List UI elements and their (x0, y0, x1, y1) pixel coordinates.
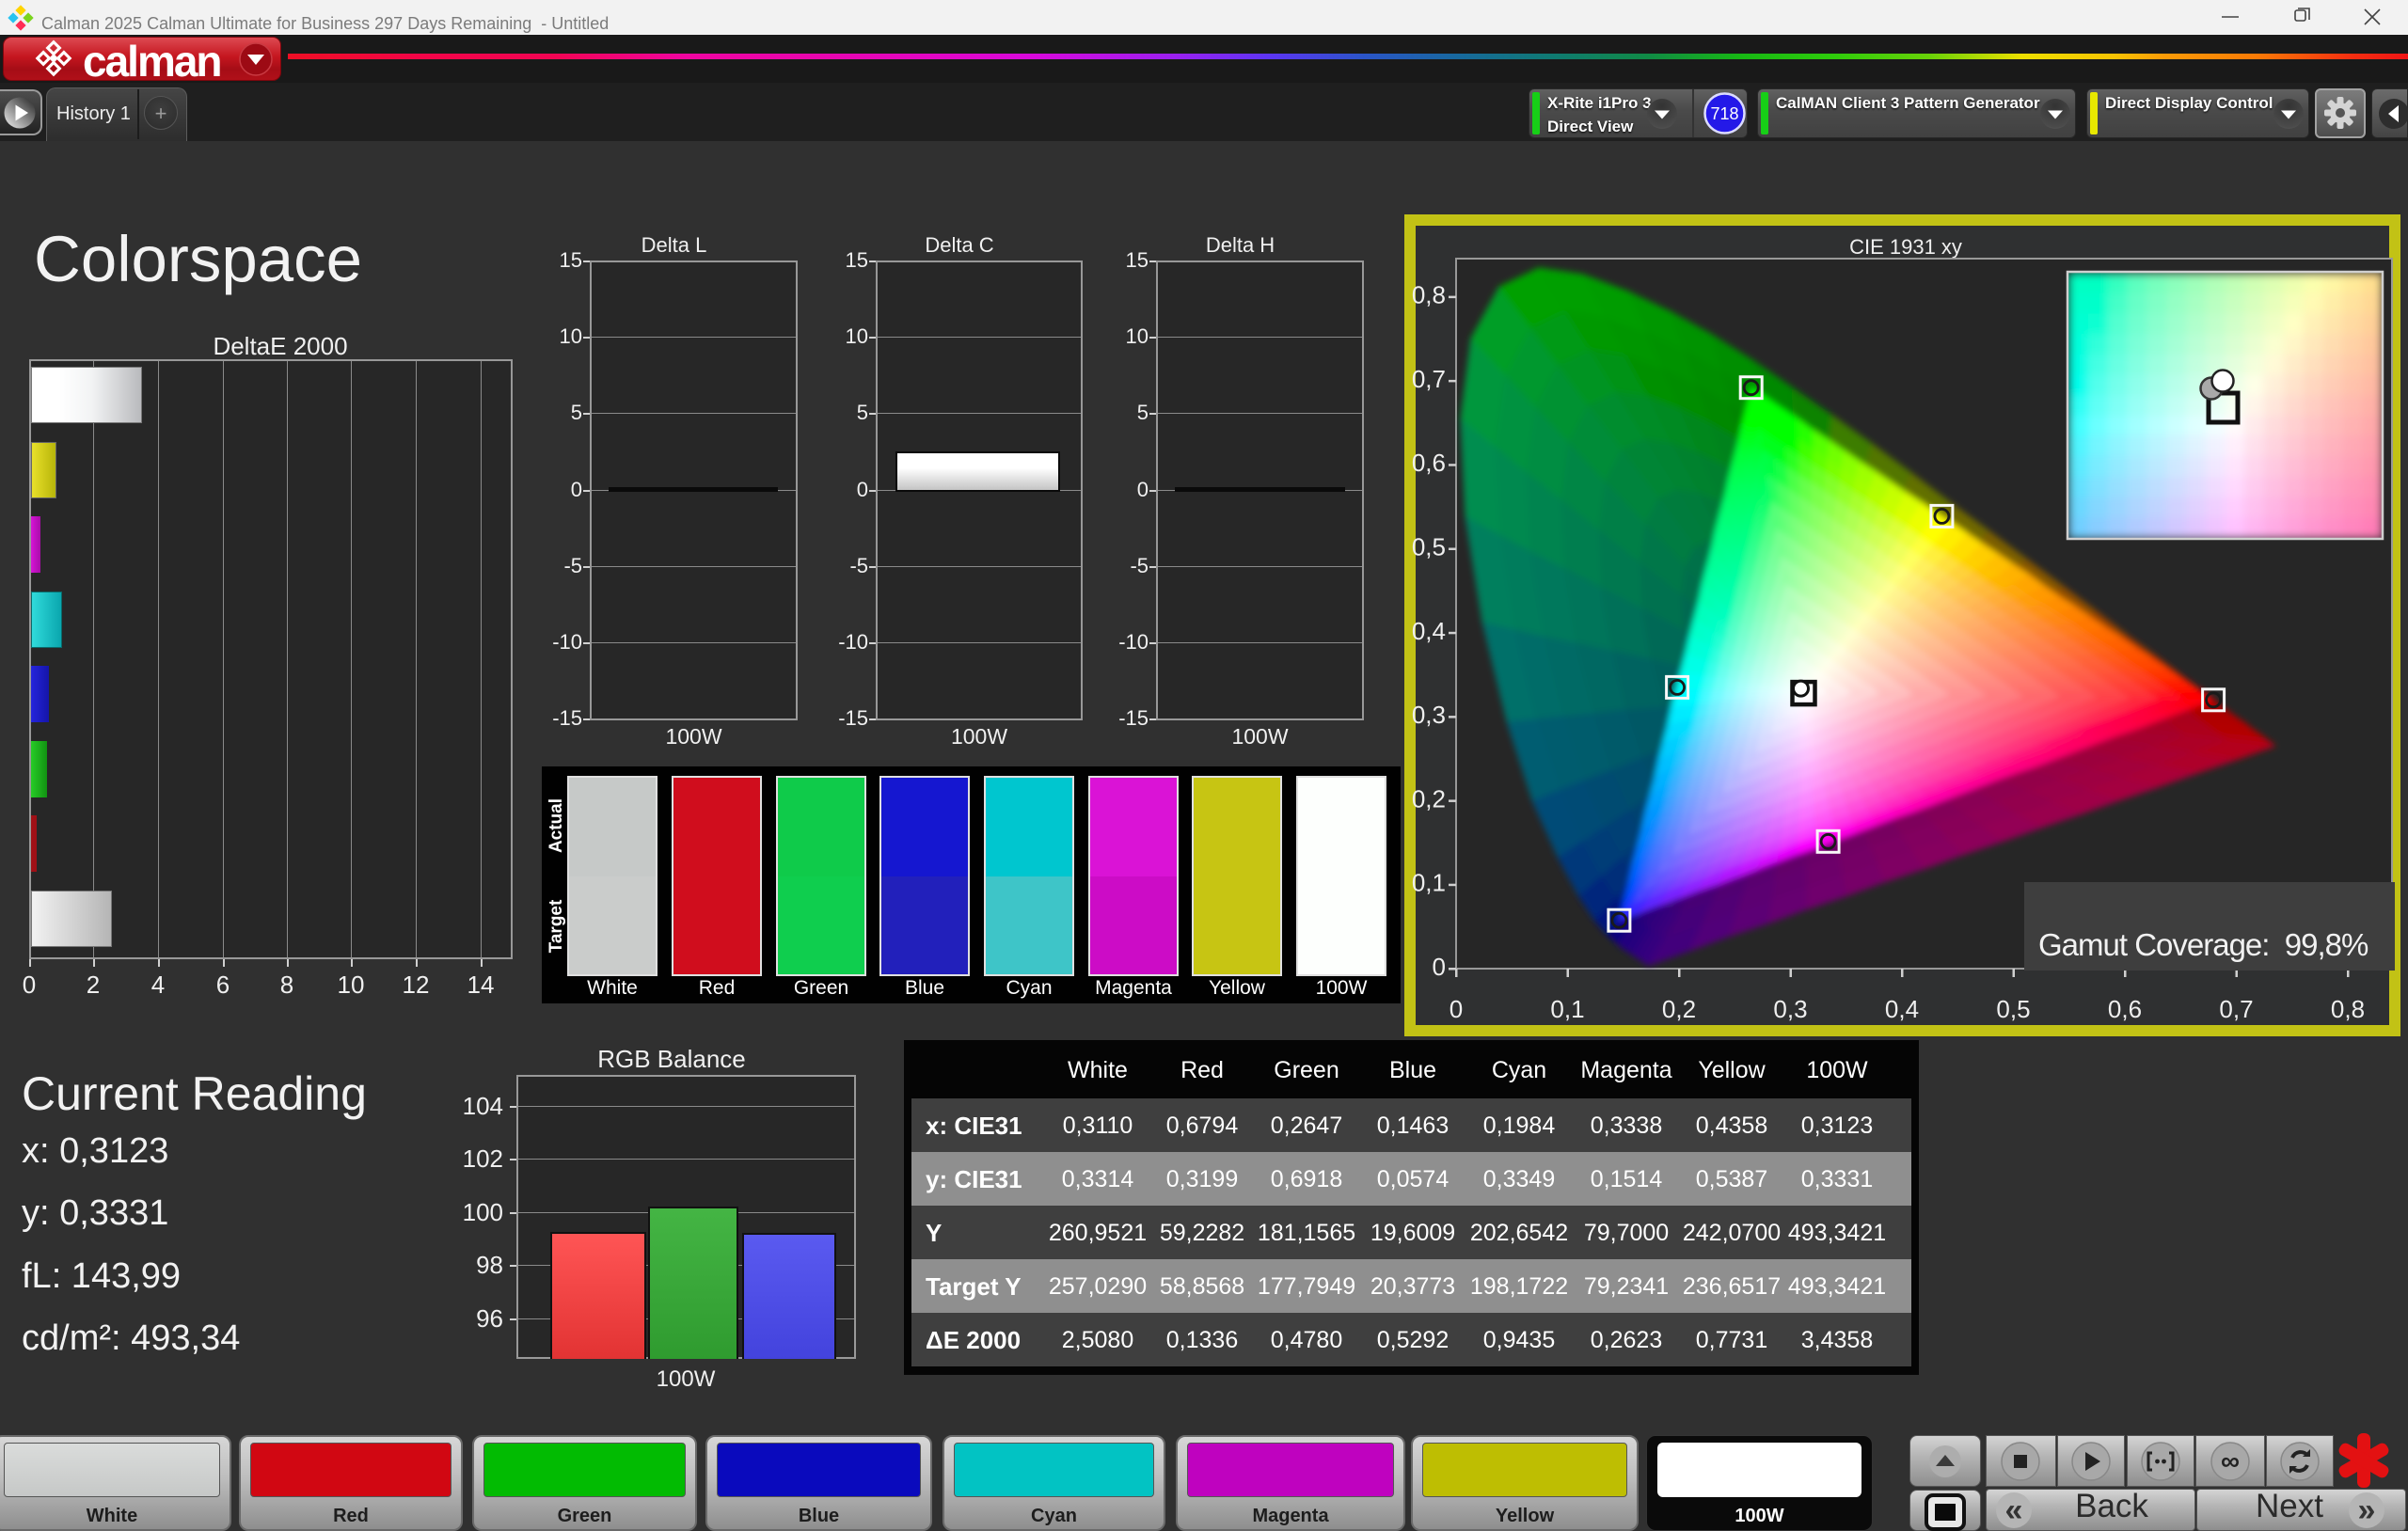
svg-text:0: 0 (1450, 995, 1463, 1023)
svg-text:0,2: 0,2 (1662, 995, 1696, 1023)
svg-text:0,8: 0,8 (1412, 281, 1446, 309)
svg-text:0,2: 0,2 (1412, 784, 1446, 813)
svg-text:0,4: 0,4 (1885, 995, 1919, 1023)
svg-text:0,5: 0,5 (1412, 533, 1446, 561)
svg-text:∞: ∞ (2221, 1446, 2240, 1476)
svg-text:0,1: 0,1 (1550, 995, 1584, 1023)
svg-text:0,5: 0,5 (1996, 995, 2030, 1023)
svg-text:0,7: 0,7 (1412, 365, 1446, 393)
svg-text:718: 718 (1710, 104, 1738, 123)
svg-text:CIE 1931 xy: CIE 1931 xy (1849, 235, 1962, 259)
svg-text:0,6: 0,6 (2108, 995, 2142, 1023)
svg-text:0,1: 0,1 (1412, 869, 1446, 897)
svg-text:Gamut Coverage: 99,8%: Gamut Coverage: 99,8% (2038, 927, 2368, 962)
svg-text:0: 0 (1433, 953, 1446, 981)
svg-text:0,3: 0,3 (1412, 701, 1446, 729)
svg-text:0,4: 0,4 (1412, 617, 1446, 645)
svg-text:0,3: 0,3 (1773, 995, 1807, 1023)
svg-text:0,6: 0,6 (1412, 449, 1446, 477)
svg-text:0,8: 0,8 (2331, 995, 2365, 1023)
svg-text:0,7: 0,7 (2219, 995, 2253, 1023)
